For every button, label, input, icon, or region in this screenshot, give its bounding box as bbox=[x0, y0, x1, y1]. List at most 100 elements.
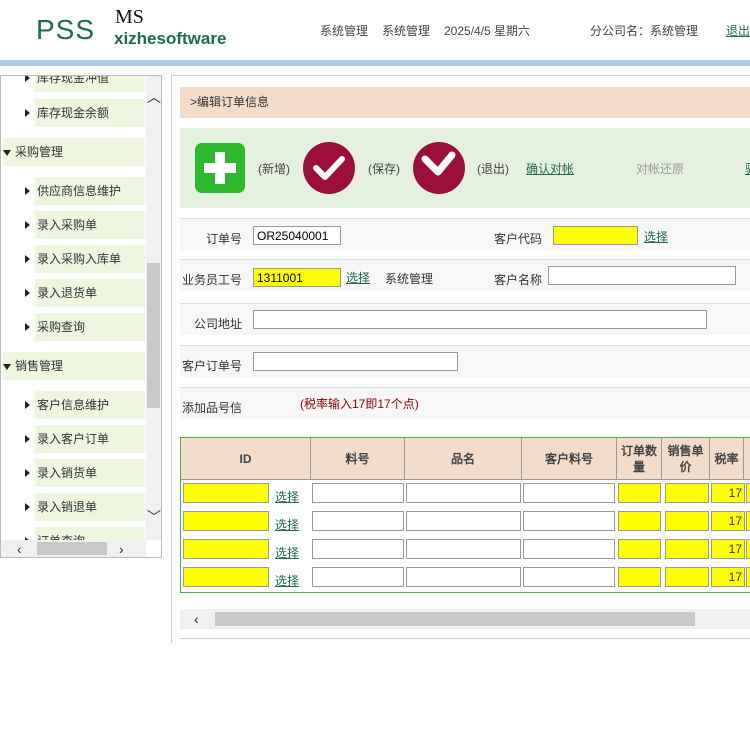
nav-system-1[interactable]: 系统管理 bbox=[320, 22, 368, 39]
sidebar-item[interactable]: 录入采购入库单 bbox=[25, 245, 145, 273]
grid-cell-input[interactable] bbox=[312, 567, 404, 587]
grid-cell-input[interactable] bbox=[523, 511, 615, 531]
grid-cell-input[interactable] bbox=[183, 511, 269, 531]
form-row-address: 公司地址 bbox=[180, 303, 750, 335]
col-part-no: 料号 bbox=[311, 438, 405, 480]
sidebar-item[interactable]: 录入销货单 bbox=[25, 459, 145, 487]
exit-label[interactable]: (退出) bbox=[477, 160, 509, 177]
extra-link[interactable]: 驱 bbox=[745, 160, 750, 177]
sidebar-item[interactable]: 录入客户订单 bbox=[25, 425, 145, 453]
scroll-down-icon[interactable]: ﹀ bbox=[147, 510, 161, 524]
caret-right-icon bbox=[25, 289, 30, 297]
col-order-qty: 订单数量 bbox=[617, 438, 662, 480]
sidebar-item[interactable]: 库存现金余额 bbox=[25, 99, 145, 127]
grid-cell-input[interactable]: 17 bbox=[711, 483, 745, 503]
caret-right-icon bbox=[25, 469, 30, 477]
grid-cell-input[interactable]: 17 bbox=[711, 511, 745, 531]
sidebar-item[interactable]: 采购查询 bbox=[25, 313, 145, 341]
grid-cell-input[interactable] bbox=[312, 511, 404, 531]
nav-system-2[interactable]: 系统管理 bbox=[382, 22, 430, 39]
grid-hscroll[interactable]: ‹ bbox=[180, 609, 750, 629]
staff-no-input[interactable] bbox=[253, 268, 341, 287]
grid-cell-input[interactable] bbox=[746, 483, 750, 503]
grid-cell-input[interactable] bbox=[312, 539, 404, 559]
grid-cell-input[interactable] bbox=[618, 483, 661, 503]
add-button[interactable] bbox=[194, 142, 246, 194]
sidebar-item[interactable]: 录入采购单 bbox=[25, 211, 145, 239]
sidebar-item[interactable]: 录入销退单 bbox=[25, 493, 145, 521]
company-name: 分公司名：系统管理 bbox=[590, 24, 699, 38]
sidebar-item[interactable]: 采购管理 bbox=[3, 138, 145, 166]
grid-cell-input[interactable] bbox=[665, 483, 709, 503]
sidebar-item[interactable]: 供应商信息维护 bbox=[25, 177, 145, 205]
restore-reconcile-link[interactable]: 对帐还原 bbox=[636, 160, 684, 177]
logout-link[interactable]: 退出 bbox=[726, 22, 750, 39]
address-input[interactable] bbox=[253, 310, 707, 329]
grid-cell-input[interactable] bbox=[406, 567, 521, 587]
add-label[interactable]: (新增) bbox=[258, 160, 290, 177]
customer-name-input[interactable] bbox=[548, 266, 736, 285]
exit-button[interactable] bbox=[412, 141, 466, 195]
grid-cell-input[interactable] bbox=[665, 567, 709, 587]
sidebar-item[interactable]: 销售管理 bbox=[3, 352, 145, 380]
sidebar-item[interactable]: 录入退货单 bbox=[25, 279, 145, 307]
expand-icon[interactable] bbox=[3, 363, 11, 370]
grid-cell-input[interactable] bbox=[618, 539, 661, 559]
col-tax-rate: 税率 bbox=[710, 438, 744, 480]
sidebar-item-label: 录入客户订单 bbox=[37, 432, 110, 446]
customer-code-input[interactable] bbox=[553, 226, 638, 245]
order-no-input[interactable] bbox=[253, 226, 341, 245]
grid-cell-input[interactable] bbox=[312, 483, 404, 503]
scroll-up-icon[interactable]: ︿ bbox=[147, 90, 161, 104]
row-select-link[interactable]: 选择 bbox=[275, 572, 299, 589]
grid-cell-input[interactable] bbox=[618, 567, 661, 587]
grid-cell-input[interactable]: 17 bbox=[711, 539, 745, 559]
row-select-link[interactable]: 选择 bbox=[275, 544, 299, 561]
sidebar-vscroll[interactable]: ︿ ﹀ bbox=[146, 76, 161, 540]
cust-order-input[interactable] bbox=[253, 352, 458, 371]
add-item-label: 添加品号信 bbox=[182, 401, 243, 415]
sidebar-hscroll-thumb[interactable] bbox=[37, 542, 107, 555]
grid-cell-input[interactable] bbox=[183, 483, 269, 503]
save-label[interactable]: (保存) bbox=[368, 160, 400, 177]
grid-cell-input[interactable] bbox=[523, 483, 615, 503]
grid-cell-input[interactable] bbox=[523, 539, 615, 559]
sidebar-item[interactable]: 客户信息维护 bbox=[25, 391, 145, 419]
sidebar-item-label: 采购管理 bbox=[15, 145, 64, 159]
grid-cell-input[interactable] bbox=[183, 539, 269, 559]
confirm-reconcile-link[interactable]: 确认对帐 bbox=[526, 160, 574, 177]
grid-cell-input[interactable] bbox=[406, 511, 521, 531]
caret-right-icon bbox=[25, 187, 30, 195]
grid-cell-input[interactable] bbox=[665, 511, 709, 531]
scroll-right-icon[interactable]: › bbox=[119, 542, 124, 556]
sidebar-item[interactable]: 库存现金冲值 bbox=[25, 76, 145, 92]
grid-hscroll-thumb[interactable] bbox=[215, 612, 695, 626]
grid-cell-input[interactable] bbox=[618, 511, 661, 531]
expand-icon[interactable] bbox=[3, 149, 11, 156]
save-button[interactable] bbox=[302, 141, 356, 195]
grid-cell-input[interactable] bbox=[406, 539, 521, 559]
grid-cell-input[interactable] bbox=[746, 567, 750, 587]
grid-cell-input[interactable] bbox=[746, 539, 750, 559]
divider bbox=[180, 638, 750, 639]
row-select-link[interactable]: 选择 bbox=[275, 488, 299, 505]
grid-cell-input[interactable] bbox=[183, 567, 269, 587]
sidebar-item[interactable]: 订单查询 bbox=[25, 527, 145, 540]
grid-cell-input[interactable] bbox=[406, 483, 521, 503]
tax-note: (税率输入17即17个点) bbox=[300, 397, 419, 411]
customer-code-select-link[interactable]: 选择 bbox=[644, 228, 668, 245]
grid-cell-input[interactable] bbox=[746, 511, 750, 531]
scroll-left-icon[interactable]: ‹ bbox=[17, 542, 22, 556]
grid-cell-input[interactable]: 17 bbox=[711, 567, 745, 587]
sidebar-vscroll-thumb[interactable] bbox=[147, 263, 160, 408]
grid-cell-input[interactable] bbox=[665, 539, 709, 559]
app-header: PSS MS xizhesoftware 系统管理 系统管理 2025/4/5 … bbox=[0, 0, 750, 60]
grid-cell-input[interactable] bbox=[523, 567, 615, 587]
sidebar-hscroll[interactable]: ‹ › bbox=[1, 540, 146, 557]
staff-select-link[interactable]: 选择 bbox=[346, 269, 370, 286]
address-label: 公司地址 bbox=[194, 317, 243, 331]
scroll-left-icon[interactable]: ‹ bbox=[194, 612, 199, 626]
row-select-link[interactable]: 选择 bbox=[275, 516, 299, 533]
col-product-name: 品名 bbox=[405, 438, 522, 480]
form-row-order: 订单号 客户代码 选择 bbox=[180, 218, 750, 250]
